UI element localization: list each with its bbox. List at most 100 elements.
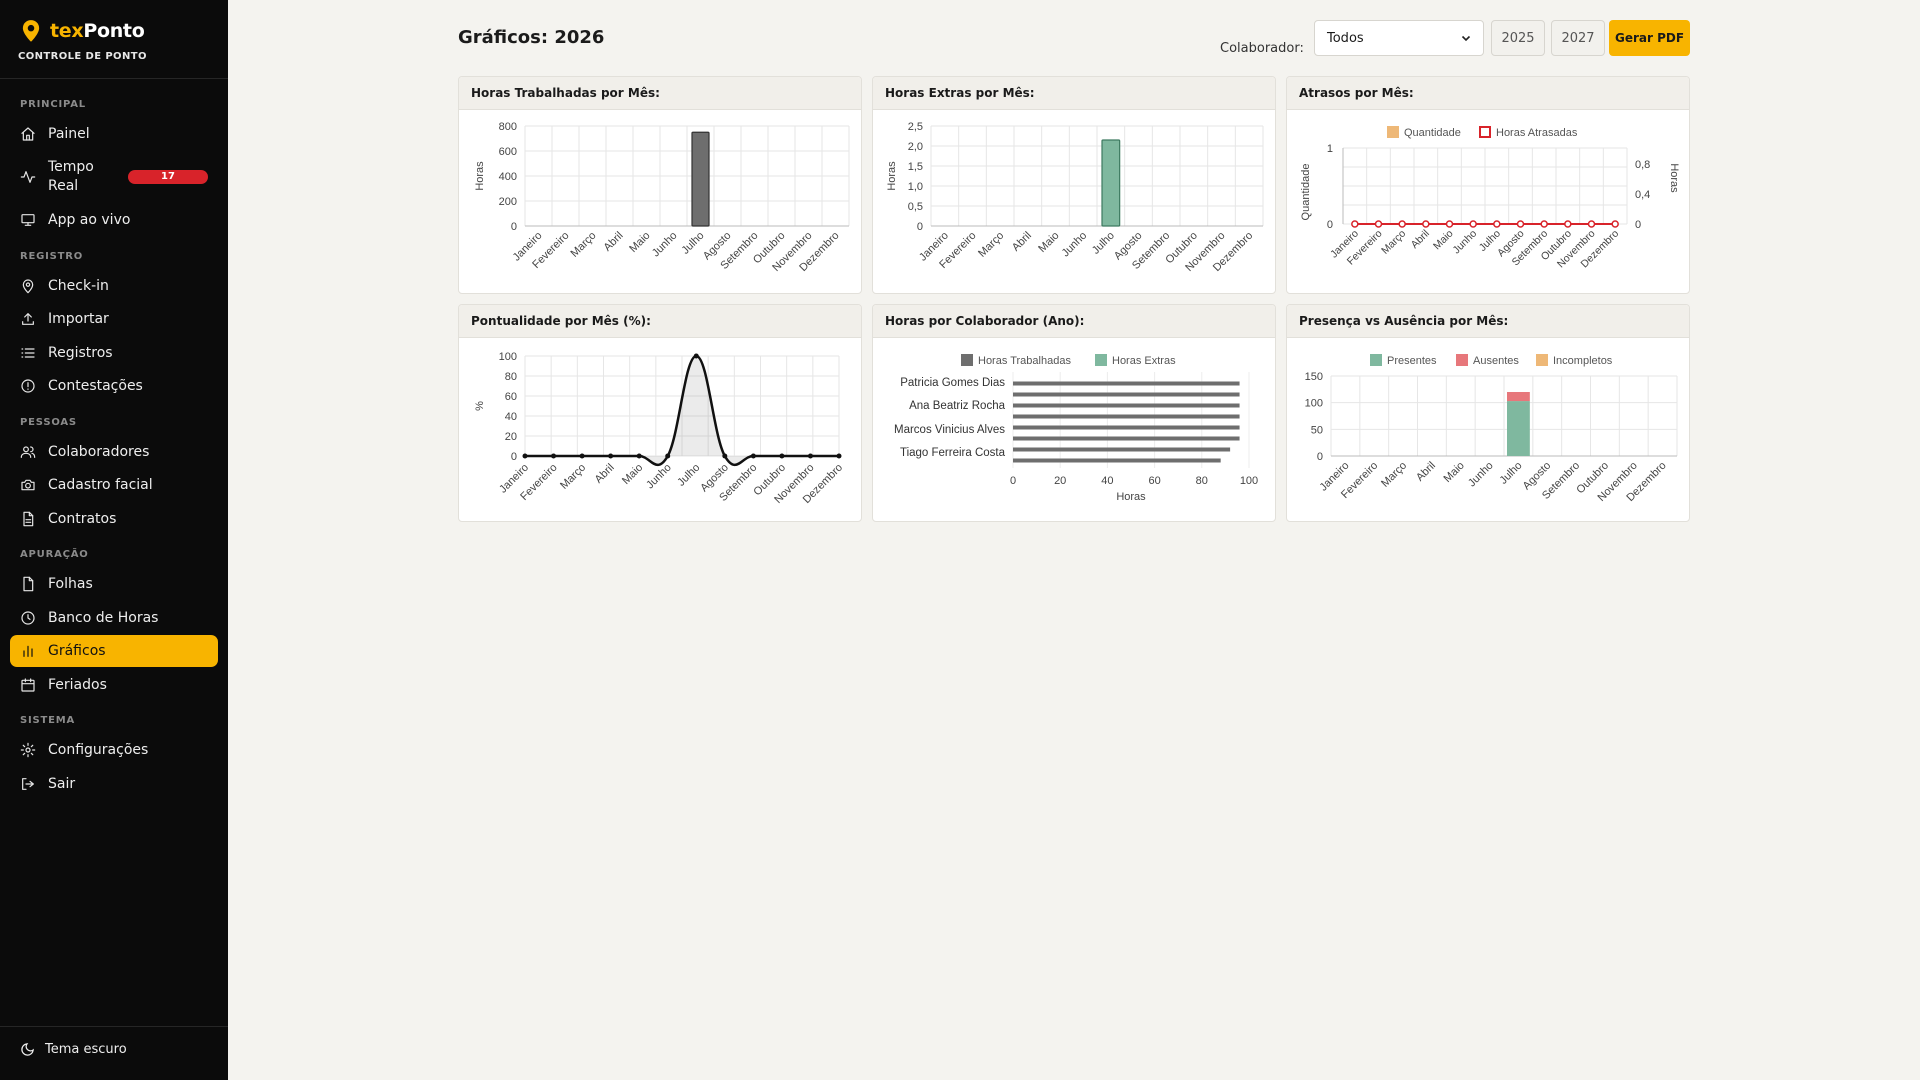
prev-year-button[interactable]: 2025 <box>1491 20 1545 56</box>
sidebar-item-registros[interactable]: Registros <box>10 337 218 369</box>
chart-card-punctuality: Pontualidade por Mês (%): 0 20 40 60 80 100% J… <box>458 304 862 522</box>
sidebar-item-painel[interactable]: Painel <box>10 118 218 150</box>
activity-icon <box>20 171 36 183</box>
sidebar-item-cadastro-facial[interactable]: Cadastro facial <box>10 469 218 501</box>
nav-section-title: REGISTRO <box>20 251 84 262</box>
data-point <box>1516 220 1525 228</box>
x-tick-label: Abril <box>1409 228 1432 251</box>
moon-icon <box>21 1043 34 1056</box>
page-title: Gráficos: 2026 <box>458 27 605 48</box>
sidebar-item-label: Tempo Real <box>48 159 94 194</box>
map-pin-logo-icon <box>22 20 40 42</box>
per-collaborator-chart: Horas Trabalhadas Horas Extras 0 20 40 60 80 10… <box>894 354 1258 503</box>
sidebar-item-label: App ao vivo <box>48 212 131 228</box>
gear-icon <box>20 742 36 758</box>
y-tick-label: 50 <box>1311 424 1323 436</box>
y-axis-title-right: Horas <box>1668 163 1680 193</box>
sidebar-item-app-ao-vivo[interactable]: App ao vivo <box>10 204 218 236</box>
bar-chart-icon <box>23 645 33 657</box>
data-point <box>1351 220 1359 228</box>
sidebar-item-sair[interactable]: Sair <box>10 768 218 800</box>
calendar-icon <box>21 678 35 692</box>
x-tick-label: Junho <box>1451 228 1480 257</box>
y-tick-label-right: 0,8 <box>1635 159 1650 171</box>
y-tick-label: 100 <box>499 351 517 363</box>
chart-title: Horas Trabalhadas por Mês: <box>459 77 861 110</box>
sidebar-item-gráficos[interactable]: Gráficos <box>10 635 218 667</box>
theme-toggle-label: Tema escuro <box>45 1042 127 1057</box>
sidebar-item-configurações[interactable]: Configurações <box>10 734 218 766</box>
legend-label: Presentes <box>1387 355 1437 367</box>
x-tick-label: 60 <box>1148 475 1160 487</box>
stacked-bar-segment <box>1507 401 1530 456</box>
sidebar-item-label: Cadastro facial <box>48 477 153 493</box>
legend-label: Horas Trabalhadas <box>978 355 1071 367</box>
x-tick-label: Junho <box>1466 460 1496 490</box>
data-point <box>836 453 842 459</box>
sidebar: texPonto CONTROLE DE PONTO PRINCIPAL Pain… <box>0 0 228 1080</box>
sidebar-item-label: Folhas <box>48 576 93 592</box>
data-point <box>807 453 813 459</box>
divider <box>0 1026 228 1027</box>
worked-hours-chart: 0200400600800HorasJaneiroFevereiroMarço A… <box>474 121 850 274</box>
bar <box>1013 458 1221 463</box>
x-tick-label: Março <box>558 462 588 492</box>
sidebar-item-feriados[interactable]: Feriados <box>10 669 218 701</box>
data-point <box>1493 220 1501 228</box>
file-icon <box>23 576 34 592</box>
y-tick-label: 0 <box>1327 219 1333 231</box>
brand-logo[interactable]: texPonto <box>18 18 145 44</box>
x-tick-label: 20 <box>1054 475 1066 487</box>
x-tick-label: Junho <box>644 462 674 492</box>
chart-title: Presença vs Ausência por Mês: <box>1287 305 1689 338</box>
generate-pdf-button[interactable]: Gerar PDF <box>1609 20 1690 56</box>
sidebar-item-contestações[interactable]: Contestações <box>10 370 218 402</box>
bar <box>1013 414 1240 419</box>
data-point <box>551 453 557 459</box>
sidebar-item-importar[interactable]: Importar <box>10 303 218 335</box>
x-tick-label: Maio <box>620 462 645 487</box>
y-tick-label: 200 <box>499 196 517 208</box>
theme-toggle[interactable]: Tema escuro <box>20 1042 127 1057</box>
x-tick-label: Maio <box>1442 460 1467 485</box>
nav-section-title: PESSOAS <box>20 417 77 428</box>
data-point <box>1445 220 1454 228</box>
data-point <box>722 453 728 459</box>
sidebar-item-folhas[interactable]: Folhas <box>10 568 218 600</box>
data-point <box>1587 220 1596 228</box>
y-tick-label: 60 <box>505 391 517 403</box>
x-tick-label: Abril <box>593 462 617 486</box>
chart-card-per-collaborator: Horas por Colaborador (Ano): Horas Traba… <box>872 304 1276 522</box>
logout-icon <box>22 778 34 790</box>
data-point <box>1564 220 1572 228</box>
y-tick-label: 1,5 <box>908 161 923 173</box>
y-tick-label: 0 <box>917 221 923 233</box>
collaborator-label: Colaborador: <box>1220 41 1304 56</box>
category-label: Marcos Vinicius Alves <box>894 424 1005 436</box>
map-pin-icon <box>22 279 34 294</box>
sidebar-item-contratos[interactable]: Contratos <box>10 503 218 535</box>
y-tick-label: 800 <box>499 121 517 133</box>
x-axis-title: Horas <box>1116 491 1146 503</box>
presence-chart: Presentes Ausentes Incompletos050100150Jan… <box>1305 354 1678 504</box>
next-year-button[interactable]: 2027 <box>1551 20 1605 56</box>
bar <box>1013 403 1240 408</box>
extra-hours-chart: 00,51,01,52,02,5HorasJaneiroFevereiroMar… <box>886 121 1264 274</box>
collaborator-select[interactable]: Todos <box>1314 20 1484 56</box>
chart-title: Horas Extras por Mês: <box>873 77 1275 110</box>
legend-label: Horas Atrasadas <box>1496 127 1578 139</box>
sidebar-item-tempo-real[interactable]: Tempo Real 17 <box>10 155 218 199</box>
sidebar-item-check-in[interactable]: Check-in <box>10 270 218 302</box>
y-axis-title: Horas <box>886 161 898 191</box>
sidebar-item-banco-de-horas[interactable]: Banco de Horas <box>10 602 218 634</box>
chart-card-extra-hours: Horas Extras por Mês: 0 0,5 1,0 1,5 2,0 2,5 Ho… <box>872 76 1276 294</box>
x-tick-label: Maio <box>1036 230 1061 255</box>
category-label: Patricia Gomes Dias <box>900 377 1005 389</box>
sidebar-item-label: Colaboradores <box>48 444 150 460</box>
collaborator-select-value: Todos <box>1327 30 1364 46</box>
sidebar-item-colaboradores[interactable]: Colaboradores <box>10 436 218 468</box>
legend-swatch <box>1370 354 1382 366</box>
data-point <box>522 453 528 459</box>
nav-section-title: SISTEMA <box>20 715 76 726</box>
x-tick-label: Abril <box>602 230 626 254</box>
